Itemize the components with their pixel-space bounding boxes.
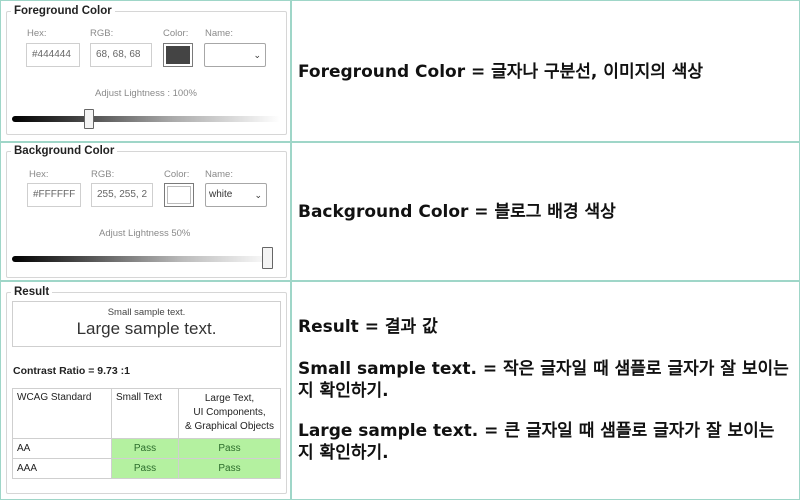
foreground-title: Foreground Color bbox=[14, 5, 112, 17]
header-small-text: Small Text bbox=[111, 388, 179, 439]
table-row: AAA Pass Pass bbox=[12, 458, 281, 479]
fg-color-swatch[interactable] bbox=[163, 43, 193, 67]
background-explanation: Background Color = 블로그 배경 색상 bbox=[298, 202, 616, 222]
bg-color-label: Color: bbox=[164, 169, 190, 180]
sample-text-box: Small sample text. Large sample text. bbox=[12, 301, 281, 347]
row-level: AAA bbox=[12, 458, 112, 479]
chevron-down-icon: ⌄ bbox=[254, 190, 262, 200]
fg-lightness-track[interactable] bbox=[12, 116, 280, 122]
bg-hex-label: Hex: bbox=[29, 169, 49, 180]
bg-name-label: Name: bbox=[205, 169, 233, 180]
result-explanation-cell: Result = 결과 값 Small sample text. = 작은 글자… bbox=[291, 281, 800, 500]
bg-rgb-input[interactable]: 255, 255, 2 bbox=[91, 183, 153, 207]
result-title: Result bbox=[14, 286, 50, 298]
bg-lightness-handle[interactable] bbox=[262, 247, 273, 269]
header-large-text: Large Text, UI Components, & Graphical O… bbox=[178, 388, 281, 439]
fg-hex-label: Hex: bbox=[27, 28, 47, 39]
fg-lightness-label: Adjust Lightness : 100% bbox=[95, 88, 197, 99]
small-sample-text: Small sample text. bbox=[107, 307, 186, 318]
small-sample-explanation: Small sample text. = 작은 글자일 때 샘플로 글자가 잘 … bbox=[298, 359, 789, 401]
large-sample-explanation: Large sample text. = 큰 글자일 때 샘플로 글자가 잘 보… bbox=[298, 421, 775, 463]
contrast-ratio: Contrast Ratio = 9.73 :1 bbox=[13, 365, 130, 377]
bg-lightness-label: Adjust Lightness 50% bbox=[99, 228, 191, 239]
row-small-pass: Pass bbox=[111, 438, 179, 459]
header-wcag-standard: WCAG Standard bbox=[12, 388, 112, 439]
bg-rgb-label: RGB: bbox=[91, 169, 115, 180]
bg-name-select[interactable]: white ⌄ bbox=[205, 183, 267, 207]
bg-hex-input[interactable]: #FFFFFF bbox=[27, 183, 81, 207]
fg-name-label: Name: bbox=[205, 28, 233, 39]
foreground-explanation: Foreground Color = 글자나 구분선, 이미지의 색상 bbox=[298, 62, 704, 82]
table-row: AA Pass Pass bbox=[12, 438, 281, 459]
fg-rgb-input[interactable]: 68, 68, 68 bbox=[90, 43, 152, 67]
bg-name-value: white bbox=[209, 189, 233, 200]
fg-rgb-label: RGB: bbox=[90, 28, 114, 39]
bg-lightness-track[interactable] bbox=[12, 256, 274, 262]
result-explanation: Result = 결과 값 bbox=[298, 317, 438, 337]
chevron-down-icon: ⌄ bbox=[253, 50, 261, 60]
fg-color-label: Color: bbox=[163, 28, 189, 39]
row-small-pass: Pass bbox=[111, 458, 179, 479]
row-large-pass: Pass bbox=[178, 438, 281, 459]
background-explanation-cell: Background Color = 블로그 배경 색상 bbox=[291, 142, 800, 281]
background-title: Background Color bbox=[14, 145, 115, 157]
fg-lightness-handle[interactable] bbox=[84, 109, 95, 129]
large-sample-text: Large sample text. bbox=[76, 319, 217, 338]
row-level: AA bbox=[12, 438, 112, 459]
fg-name-select[interactable]: ⌄ bbox=[204, 43, 266, 67]
bg-color-swatch[interactable] bbox=[164, 183, 194, 207]
wcag-table: WCAG Standard Small Text Large Text, UI … bbox=[12, 388, 281, 479]
foreground-explanation-cell: Foreground Color = 글자나 구분선, 이미지의 색상 bbox=[291, 0, 800, 142]
fg-hex-input[interactable]: #444444 bbox=[26, 43, 80, 67]
row-large-pass: Pass bbox=[178, 458, 281, 479]
